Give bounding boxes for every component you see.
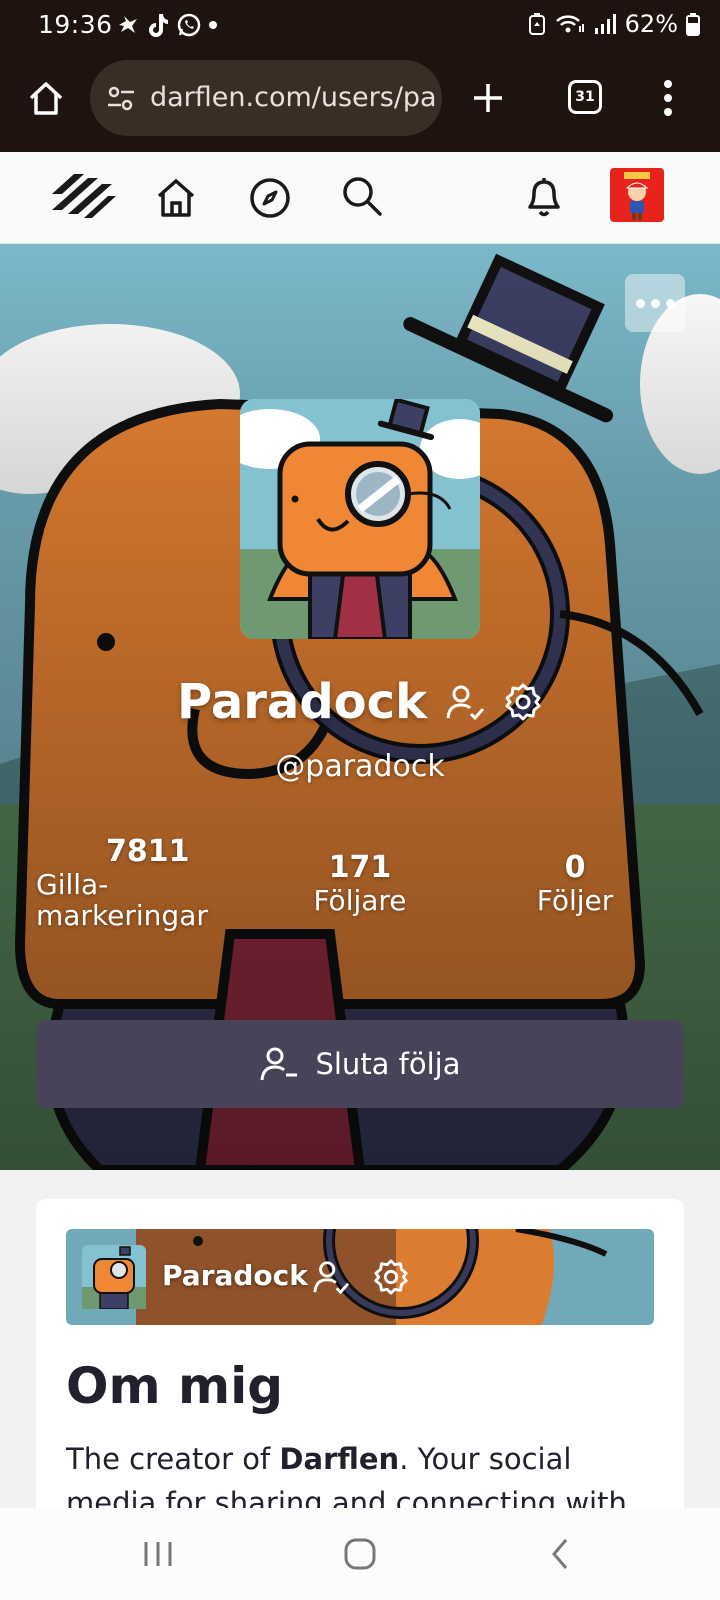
stat-likes[interactable]: 7811 Gilla- markeringar [36, 834, 236, 931]
stat-label: Gilla- markeringar [36, 868, 208, 932]
system-navigation-bar [0, 1508, 720, 1600]
more-dot [650, 298, 660, 308]
site-settings-icon[interactable] [106, 84, 136, 114]
bird-notification-icon [119, 16, 137, 33]
url-text: darflen.com/users/pa [150, 82, 437, 113]
unfollow-button[interactable]: Sluta följa [36, 1020, 684, 1108]
unfollow-label: Sluta följa [315, 1047, 461, 1081]
more-dot [665, 298, 675, 308]
profile-name-row: Paradock [0, 674, 720, 730]
notification-icons [116, 12, 218, 38]
about-text: The creator of Darflen. Your social medi… [66, 1437, 656, 1519]
more-options-button[interactable] [625, 274, 685, 332]
following-check-icon [446, 685, 485, 721]
settings-gear-icon[interactable] [503, 682, 543, 722]
mini-settings-gear-icon[interactable] [372, 1257, 410, 1297]
mini-following-check-icon [313, 1261, 350, 1295]
darflen-logo[interactable] [48, 170, 118, 224]
profile-avatar[interactable] [240, 399, 480, 639]
stat-followers[interactable]: 171 Följare [295, 850, 425, 916]
battery-saver-icon [528, 13, 545, 35]
browser-toolbar: darflen.com/users/pa 31 [0, 52, 720, 152]
search-icon[interactable] [340, 174, 384, 218]
stat-label: Följare [313, 884, 407, 917]
mini-display-name: Paradock [162, 1259, 308, 1292]
back-icon[interactable] [546, 1536, 574, 1572]
tiktok-icon [149, 14, 168, 37]
more-dot [635, 298, 645, 308]
stat-label: Följer [536, 884, 614, 917]
status-bar: 19:36 62% [0, 0, 720, 52]
stat-value: 7811 [106, 834, 190, 869]
about-card: Paradock Om mig The creator of Darflen. … [36, 1199, 684, 1519]
unfollow-icon [260, 1047, 298, 1081]
more-notifications-dot-icon [209, 21, 217, 29]
app-header [0, 152, 720, 244]
signal-icon [594, 14, 616, 34]
wifi-icon [555, 15, 584, 33]
stat-value: 171 [328, 850, 392, 885]
stat-value: 0 [564, 850, 586, 885]
address-bar[interactable]: darflen.com/users/pa [90, 60, 442, 136]
status-time: 19:36 [38, 10, 113, 39]
home-nav-icon[interactable] [340, 1534, 380, 1574]
bell-icon[interactable] [522, 174, 566, 220]
browser-menu-icon[interactable] [662, 78, 674, 118]
home-button-icon[interactable] [26, 78, 66, 118]
tab-switcher-button[interactable]: 31 [568, 80, 602, 114]
about-title: Om mig [66, 1357, 284, 1415]
mini-profile-banner[interactable]: Paradock [66, 1229, 654, 1325]
recent-apps-icon[interactable] [140, 1536, 176, 1572]
battery-percent: 62% [624, 10, 678, 38]
battery-icon [686, 13, 700, 36]
profile-display-name: Paradock [176, 674, 428, 730]
whatsapp-icon [177, 13, 201, 37]
explore-compass-icon[interactable] [248, 176, 292, 220]
mini-banner-illustration [66, 1229, 654, 1325]
home-icon[interactable] [154, 176, 198, 220]
about-text-bold[interactable]: Darflen [279, 1442, 399, 1476]
mini-avatar [82, 1245, 146, 1309]
profile-handle: @paradock [275, 749, 445, 784]
user-avatar[interactable] [610, 168, 664, 222]
about-text-part: The creator of [66, 1442, 280, 1476]
new-tab-icon[interactable] [470, 80, 506, 116]
paradock-avatar-illustration [240, 399, 480, 639]
profile-banner: Paradock @paradock 7811 Gilla- markering… [0, 244, 720, 1170]
stat-following[interactable]: 0 Följer [515, 850, 635, 916]
